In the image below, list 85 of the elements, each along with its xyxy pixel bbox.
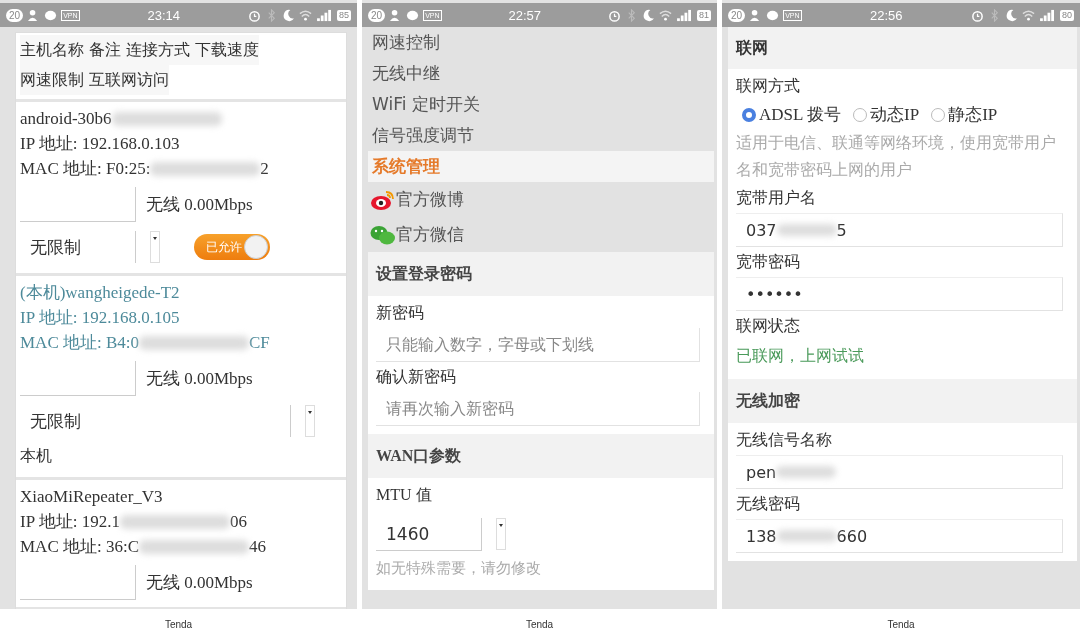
device-mac: MAC 地址: B4:0 [20, 332, 140, 354]
remark-field[interactable] [20, 360, 136, 396]
eye-logo-icon [370, 188, 396, 211]
menu-item[interactable]: 网速控制 [368, 27, 714, 58]
connection-mode-radio[interactable]: ADSL 拨号 [742, 101, 841, 129]
moon-icon [282, 8, 295, 22]
device-ip: IP 地址: 192.168.0.103 [20, 133, 180, 155]
device-ip: IP 地址: 192.168.0.105 [20, 307, 180, 329]
chat-bubble-icon [44, 8, 58, 22]
device-ip: IP 地址: 192.1 [20, 511, 120, 533]
connection-mode-radio[interactable]: 动态IP [853, 101, 920, 129]
notification-badge: 20 [6, 8, 24, 22]
battery-level: 80 [1060, 9, 1074, 21]
chat-bubble-icon [766, 8, 780, 22]
clock-time: 22:56 [869, 7, 904, 23]
device-mac-tail: 2 [260, 158, 269, 180]
password-field[interactable]: 请再次输入新密码 [376, 392, 700, 426]
device-mac-tail: CF [249, 332, 270, 354]
alarm-icon [608, 8, 621, 22]
speed-limit-select[interactable]: 无限制 [20, 405, 291, 437]
field-label: 联网状态 [736, 315, 801, 337]
wifi-icon [1022, 8, 1035, 22]
notification-badge: 20 [728, 8, 746, 22]
text-field[interactable]: 037 5 [736, 213, 1063, 247]
signal-icon [1039, 8, 1056, 22]
menu-item[interactable]: 信号强度调节 [368, 120, 714, 151]
section-title: 设置登录密码 [368, 252, 714, 296]
password-field[interactable]: 只能输入数字，字母或下划线 [376, 328, 700, 362]
footer-brand: Tenda [525, 618, 554, 630]
menu-item[interactable]: WiFi 定时开关 [368, 89, 714, 120]
battery-level: 81 [697, 9, 711, 21]
text-field[interactable]: •••••• [736, 277, 1063, 311]
alarm-icon [971, 8, 984, 22]
connection-speed: 无线 0.00Mbps [146, 571, 253, 594]
footer-brand: Tenda [164, 618, 193, 630]
text-field[interactable]: pen [736, 455, 1063, 489]
section-title: 联网 [728, 27, 1077, 69]
connection-mode-radio[interactable]: 静态IP [931, 101, 998, 129]
signal-icon [316, 8, 333, 22]
signal-icon [676, 8, 693, 22]
device-name: (本机)wangheigede-T2 [20, 282, 180, 304]
clock-time: 23:14 [146, 7, 182, 23]
field-label: 新密码 [376, 302, 425, 324]
moon-icon [642, 8, 655, 22]
alarm-icon [248, 8, 261, 22]
field-label: 宽带用户名 [736, 187, 817, 209]
device-mac: MAC 地址: 36:C [20, 536, 140, 558]
device-name: android-30b6 [20, 108, 112, 130]
device-note: 本机 [20, 445, 53, 467]
connection-speed: 无线 0.00Mbps [146, 193, 253, 216]
notification-badge: 20 [368, 8, 386, 22]
device-mac: MAC 地址: F0:25: [20, 158, 151, 180]
section-title: WAN口参数 [368, 434, 714, 478]
column-headings: 主机名称 备注 连接方式 下载速度 [20, 35, 260, 65]
text-field[interactable]: 138 660 [736, 519, 1063, 553]
connection-status: 已联网，上网试试 [736, 345, 865, 367]
device-ip-tail: 06 [229, 511, 247, 533]
field-label: 宽带密码 [736, 251, 801, 273]
field-label: 无线密码 [736, 493, 801, 515]
device-mac-tail: 46 [249, 536, 267, 558]
menu-item[interactable]: 官方微博 [368, 182, 714, 217]
clock-time: 22:57 [507, 7, 543, 23]
speed-limit-select[interactable]: 无限制 [20, 231, 136, 263]
remark-field[interactable] [20, 186, 136, 222]
menu-item[interactable]: 无线中继 [368, 58, 714, 89]
mtu-select[interactable]: 1460 [376, 517, 482, 551]
section-title: 无线加密 [728, 379, 1077, 423]
chat-bubbles-icon [370, 223, 396, 246]
remark-field[interactable] [20, 564, 136, 600]
wifi-icon [299, 8, 312, 22]
menu-item[interactable]: 官方微信 [368, 217, 714, 252]
device-name: XiaoMiRepeater_V3 [20, 486, 163, 508]
footer-brand: Tenda [887, 618, 915, 630]
connection-speed: 无线 0.00Mbps [146, 367, 253, 390]
field-label: 无线信号名称 [736, 429, 833, 451]
battery-level: 85 [337, 9, 351, 21]
field-label: 联网方式 [736, 75, 801, 97]
field-label: 确认新密码 [376, 366, 457, 388]
hint-text: 如无特殊需要，请勿修改 [376, 558, 542, 579]
column-headings: 网速限制 互联网访问 [20, 65, 170, 95]
chat-bubble-icon [406, 8, 420, 22]
field-label: MTU 值 [376, 485, 433, 505]
wifi-icon [659, 8, 672, 22]
hint-text: 适用于电信、联通等网络环境，使用宽带用户名和宽带密码上网的用户 [736, 132, 1057, 181]
moon-icon [1005, 8, 1018, 22]
